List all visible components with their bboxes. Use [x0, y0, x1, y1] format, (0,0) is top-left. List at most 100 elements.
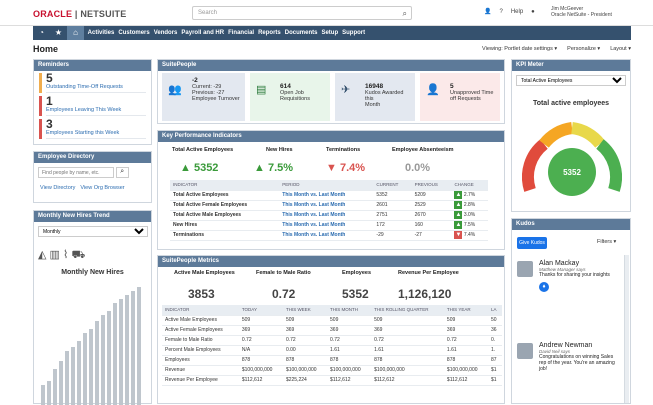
- search-icon[interactable]: ⌕: [115, 167, 129, 178]
- column-header[interactable]: THIS WEEK: [282, 305, 328, 316]
- new-hires-chart: [41, 287, 141, 405]
- help-icon[interactable]: ?: [499, 9, 502, 15]
- column-header[interactable]: THIS ROLLING QUARTER: [371, 305, 444, 316]
- time-off-tile[interactable]: 👤 5 Unapproved Time off Requests: [420, 73, 500, 121]
- search-icon[interactable]: ⌕: [403, 9, 407, 19]
- like-icon[interactable]: ♦: [539, 282, 549, 292]
- nav-item-support[interactable]: Support: [342, 26, 365, 40]
- new-hires-trend-portlet: Monthly New Hires Trend Monthly ◭ ▥ ⌇ ⛟ …: [33, 210, 152, 405]
- suitepeople-portlet: SuitePeople 👥 -2 Current: -29 Previous: -2…: [157, 59, 505, 124]
- table-row: New Hires This Month vs. Last Month 172 160…: [170, 220, 488, 231]
- area-chart-icon[interactable]: ◭: [38, 249, 46, 261]
- help-label[interactable]: Help: [511, 9, 523, 15]
- arrow-up-icon: ▲: [454, 211, 463, 219]
- people-search-input[interactable]: [38, 167, 114, 178]
- table-row: Revenue $100,000,000 $100,000,000 $100,000,…: [162, 365, 502, 376]
- nav-item-payroll-and-hr[interactable]: Payroll and HR: [181, 26, 224, 40]
- kudo-post: Andrew Newman David Neil says Congratula…: [539, 342, 615, 372]
- kpi-gauge: 5352: [522, 122, 622, 196]
- table-row: Active Male Employees 509 509 509 509 509 50: [162, 315, 502, 326]
- user-add-icon[interactable]: 👤: [484, 9, 491, 15]
- table-row: Total Active Employees This Month vs. Las…: [170, 190, 488, 201]
- meter-label: Total active employees: [532, 100, 610, 107]
- kpi-meter-portlet: KPI Meter Total Active Employees Total a…: [511, 59, 631, 212]
- column-header[interactable]: THIS YEAR: [443, 305, 488, 316]
- reminders-title: Reminders: [34, 60, 151, 71]
- view-org-link[interactable]: View Org Browser: [80, 185, 124, 191]
- arrow-up-icon: ▲: [454, 221, 463, 229]
- column-header[interactable]: INDICATOR: [170, 180, 280, 191]
- nav-item-vendors[interactable]: Vendors: [154, 26, 178, 40]
- viewing-settings[interactable]: Viewing: Portlet date settings ▾: [482, 46, 557, 52]
- new-hires-title: Monthly New Hires Trend: [34, 211, 151, 222]
- gauge-value: 5352: [563, 168, 581, 177]
- kpi-portlet: Key Performance Indicators Total Active …: [157, 130, 505, 250]
- home-icon[interactable]: ⌂: [67, 26, 84, 40]
- turnover-tile[interactable]: 👥 -2 Current: -29 Previous: -27 Employee Tu…: [162, 73, 245, 121]
- chart-type-icons[interactable]: ◭ ▥ ⌇ ⛟: [38, 248, 85, 263]
- nav-item-reports[interactable]: Reports: [258, 26, 281, 40]
- star-icon[interactable]: ★: [50, 26, 67, 40]
- table-row: Total Active Male Employees This Month vs…: [170, 210, 488, 221]
- column-header[interactable]: PREVIOUS: [411, 180, 452, 191]
- table-row: Percent Male Employees N/A 0.00 1.61 1.61 1.6…: [162, 345, 502, 356]
- period-select[interactable]: Monthly: [38, 226, 148, 237]
- directory-title: Employee Directory: [34, 152, 151, 163]
- column-header[interactable]: LA: [488, 305, 502, 316]
- nav-item-documents[interactable]: Documents: [285, 26, 318, 40]
- personalize-button[interactable]: Personalize ▾: [567, 46, 600, 52]
- give-kudos-button[interactable]: Give Kudos: [517, 237, 547, 249]
- requisitions-tile[interactable]: ▤ 614 Open Job Requisitions: [250, 73, 330, 121]
- layout-button[interactable]: Layout ▾: [610, 46, 631, 52]
- recent-icon[interactable]: ◔: [33, 26, 50, 40]
- arrow-down-icon: ▼: [326, 162, 340, 174]
- reminder-item[interactable]: 3 Employees Starting this Week: [39, 118, 146, 139]
- line-chart-icon[interactable]: ⌇: [63, 249, 68, 261]
- metrics-table: INDICATOR TODAY THIS WEEK THIS MONTH THIS RO…: [162, 305, 502, 386]
- table-row: Female to Male Ratio 0.72 0.72 0.72 0.72 0.72…: [162, 335, 502, 346]
- kudos-tile[interactable]: ✈ 16948 Kudos Awarded this Month: [335, 73, 415, 121]
- column-header[interactable]: CHANGE: [451, 180, 488, 191]
- kudos-portlet: Kudos Give Kudos Filters ▾ Alan Mackay M…: [511, 218, 631, 404]
- column-header[interactable]: CURRENT: [373, 180, 412, 191]
- chart-title: Monthly New Hires: [61, 269, 124, 276]
- filters-button[interactable]: Filters ▾: [597, 239, 616, 245]
- nav-item-setup[interactable]: Setup: [321, 26, 338, 40]
- reminder-item[interactable]: 1 Employees Leaving This Week: [39, 95, 146, 116]
- metric-employees: 5352: [342, 287, 369, 301]
- metric-ratio: 0.72: [272, 287, 296, 301]
- main-nav: ◔ ★ ⌂ Activities Customers Vendors Payroll an…: [33, 26, 631, 40]
- table-row: Employees 878 878 878 878 878 87: [162, 355, 502, 366]
- metric-male: 3853: [188, 287, 215, 301]
- avatar: [517, 343, 533, 359]
- kudos-title: Kudos: [512, 219, 630, 230]
- column-header[interactable]: TODAY: [238, 305, 283, 316]
- nav-item-customers[interactable]: Customers: [118, 26, 149, 40]
- search-input[interactable]: Search ⌕: [192, 6, 412, 20]
- nav-item-financial[interactable]: Financial: [228, 26, 254, 40]
- page-header: Home Viewing: Portlet date settings ▾ Per…: [33, 44, 631, 56]
- avatar-icon[interactable]: ●: [531, 9, 535, 15]
- people-icon: 👥: [168, 84, 182, 96]
- reminders-portlet: Reminders 5 Outstanding Time-Off Requests…: [33, 59, 152, 145]
- meter-select[interactable]: Total Active Employees: [516, 75, 626, 86]
- meter-title: KPI Meter: [512, 60, 630, 71]
- nav-item-activities[interactable]: Activities: [88, 26, 115, 40]
- suitepeople-metrics-portlet: SuitePeople Metrics Active Male Employee…: [157, 255, 505, 404]
- column-header[interactable]: PERIOD: [279, 180, 374, 191]
- view-directory-link[interactable]: View Directory: [40, 185, 75, 191]
- arrow-down-icon: ▼: [454, 231, 463, 239]
- clipboard-icon: ▤: [256, 84, 267, 96]
- kudos-scrollbar[interactable]: [624, 255, 629, 403]
- suitepeople-title: SuitePeople: [158, 60, 504, 71]
- kpi-newhires-value: ▲ 7.5%: [254, 162, 294, 174]
- netsuite-logo[interactable]: ORACLE | NETSUITE: [33, 9, 126, 19]
- column-header[interactable]: INDICATOR: [162, 305, 239, 316]
- kpi-terminations-value: ▼ 7.4%: [326, 162, 366, 174]
- reminder-item[interactable]: 5 Outstanding Time-Off Requests: [39, 72, 146, 93]
- page-title: Home: [33, 44, 59, 54]
- bar-chart-icon[interactable]: ▥: [50, 249, 60, 261]
- truck-icon[interactable]: ⛟: [71, 249, 85, 261]
- column-header[interactable]: THIS MONTH: [327, 305, 372, 316]
- user-info[interactable]: Jim McGeever Oracle NetSuite - President: [551, 6, 612, 18]
